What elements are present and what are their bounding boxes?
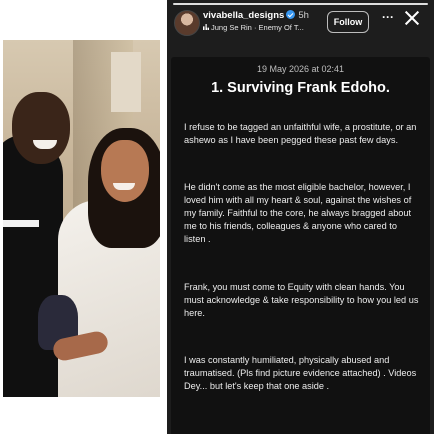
- instagram-story-panel: vivabella_designs 5h Jung Se Rin · Enemy …: [167, 0, 434, 434]
- story-paragraph-4: I was constantly humiliated, physically …: [184, 355, 417, 391]
- woman-face: [101, 140, 149, 202]
- story-date: 19 May 2026 at 02:41: [256, 64, 345, 74]
- story-paragraph-3: Frank, you must come to Equity with clea…: [184, 282, 419, 318]
- music-attribution[interactable]: Jung Se Rin · Enemy Of T...: [203, 23, 304, 32]
- story-paragraph-1: I refuse to be tagged an unfaithful wife…: [184, 122, 417, 145]
- more-options-icon[interactable]: ···: [378, 11, 398, 26]
- follow-button[interactable]: Follow: [327, 11, 369, 33]
- couple-photo: [3, 40, 160, 397]
- post-time: 5h: [298, 10, 309, 21]
- man-head: [12, 92, 70, 164]
- story-progress-bar: [173, 3, 428, 5]
- music-track-label: Jung Se Rin · Enemy Of T...: [211, 23, 304, 32]
- music-note-icon: [203, 24, 209, 30]
- story-header-user[interactable]: vivabella_designs 5h: [203, 10, 309, 21]
- woman-smile: [113, 183, 135, 190]
- story-text-card: 19 May 2026 at 02:41 1. Surviving Frank …: [171, 57, 430, 434]
- photo-shelf: [111, 52, 141, 112]
- man-shirt-stripe: [3, 220, 39, 227]
- verified-badge-icon: [286, 10, 296, 19]
- story-paragraph-2: He didn't come as the most eligible bach…: [184, 182, 412, 244]
- man-figure: [3, 135, 63, 397]
- username[interactable]: vivabella_designs: [203, 10, 284, 21]
- avatar[interactable]: [174, 10, 200, 36]
- close-icon[interactable]: [404, 10, 420, 26]
- story-headline: 1. Surviving Frank Edoho.: [211, 80, 390, 96]
